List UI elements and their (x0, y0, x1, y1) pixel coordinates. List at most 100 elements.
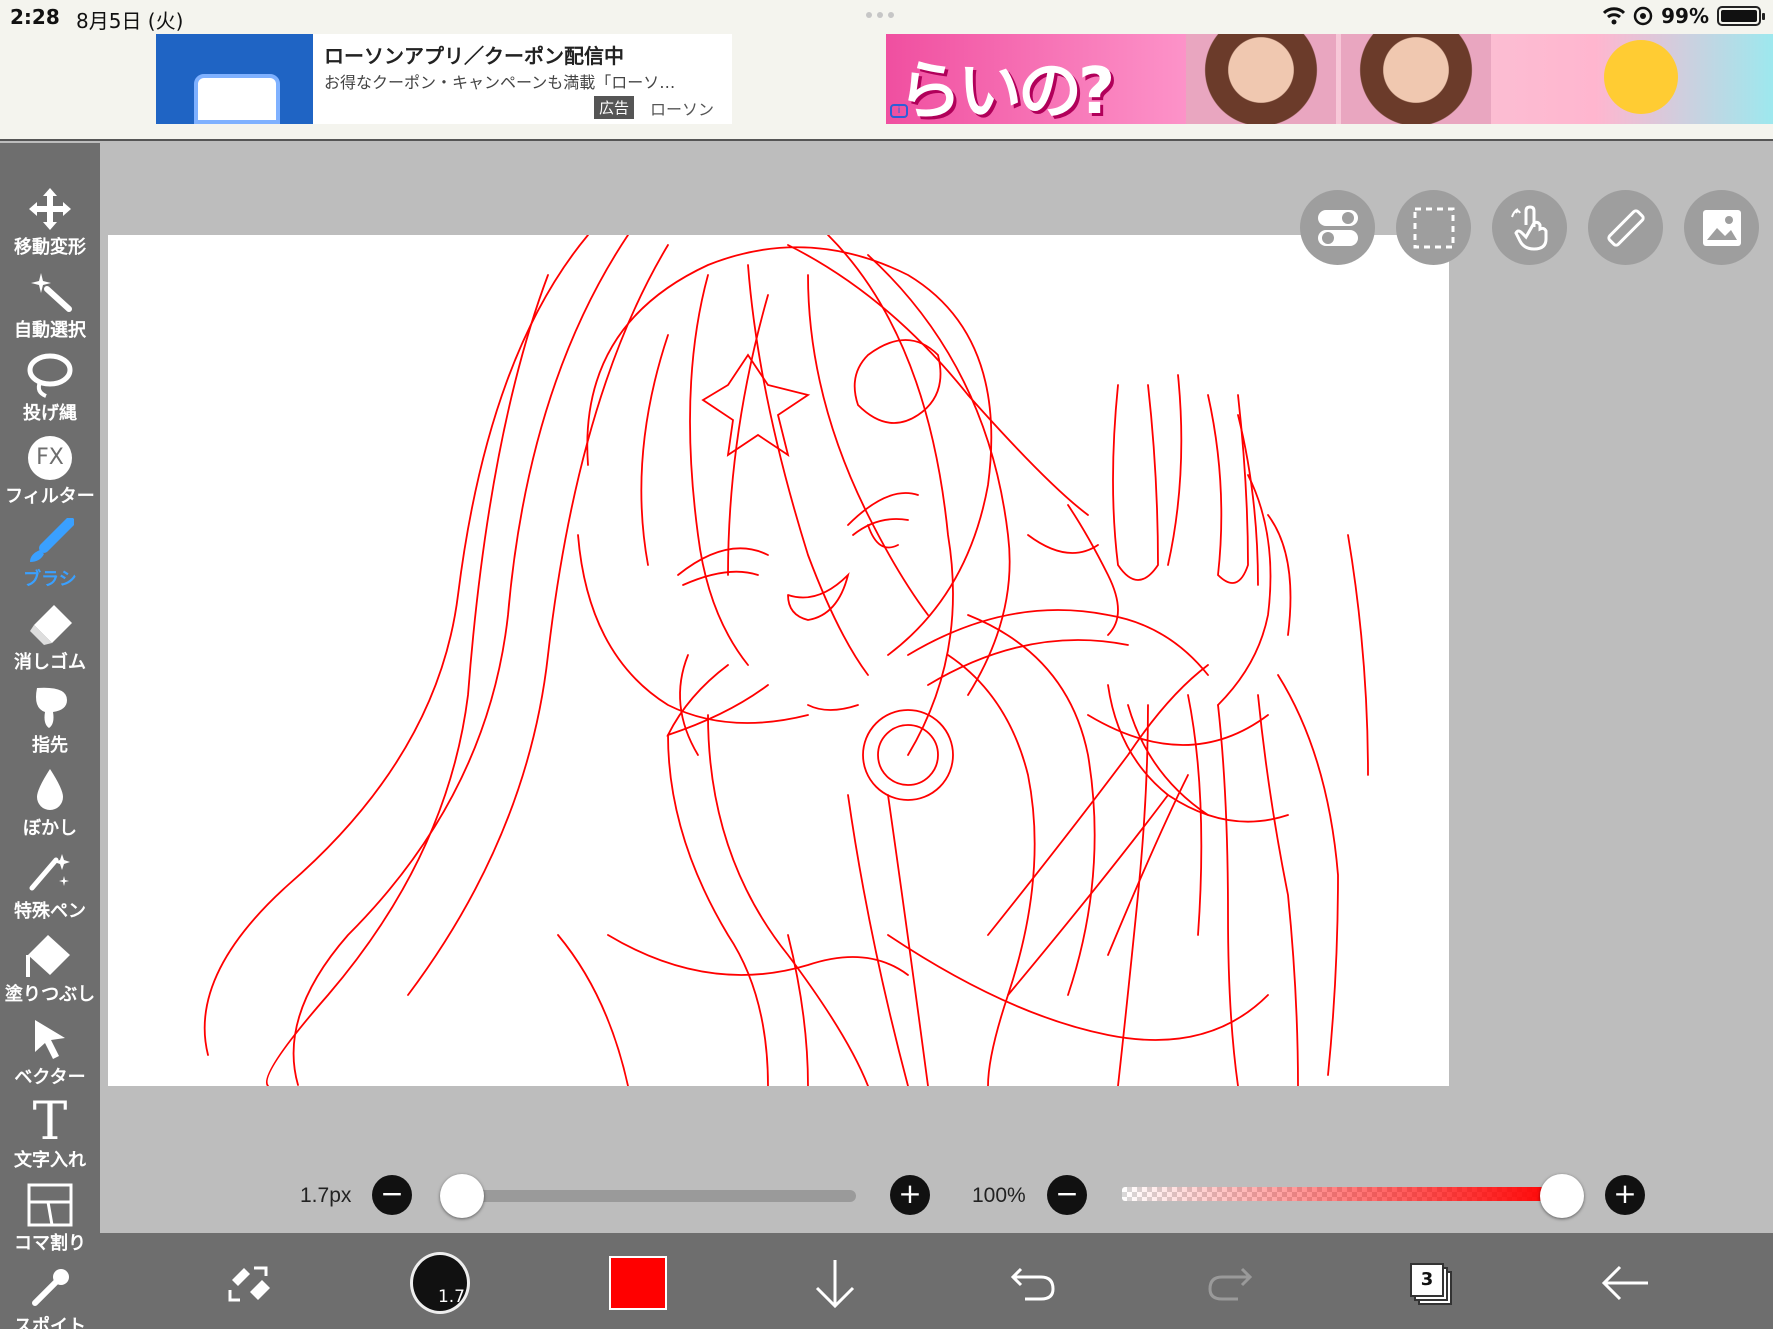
size-minus-button[interactable]: − (372, 1175, 412, 1215)
drawing-canvas[interactable] (108, 235, 1449, 1086)
brush-slider-row: 1.7px − + 100% − + (0, 1170, 1773, 1220)
bottom-toolbar: 1.7 3 (100, 1233, 1773, 1329)
eraser-icon (30, 605, 72, 645)
tool-label: 投げ縄 (23, 403, 77, 424)
ad-thumbnail (156, 34, 313, 124)
move-transform-icon (29, 188, 71, 230)
color-swatch (609, 1256, 667, 1310)
brush-size-button[interactable]: 1.7 (410, 1252, 470, 1314)
tool-brush[interactable]: ブラシ (0, 517, 100, 597)
tool-label: 移動変形 (14, 237, 86, 258)
hand-gesture-button[interactable] (1492, 190, 1567, 265)
ad-info-icon[interactable]: i (890, 104, 908, 118)
download-icon (815, 1260, 855, 1308)
hand-gesture-icon (1510, 204, 1547, 251)
sketch-drawing (203, 235, 1369, 1086)
tool-label: ベクター (14, 1067, 86, 1088)
opacity-minus-button[interactable]: − (1047, 1175, 1087, 1215)
color-button[interactable] (608, 1253, 668, 1313)
tool-finger[interactable]: 指先 (0, 683, 100, 763)
ruler-icon (1606, 208, 1645, 247)
redo-button[interactable] (1200, 1253, 1260, 1313)
battery-percent: 99% (1661, 4, 1709, 28)
tool-blur[interactable]: ぼかし (0, 766, 100, 846)
fx-icon: FX (28, 436, 72, 480)
tool-text[interactable]: T 文字入れ (0, 1092, 100, 1178)
image-icon (1702, 209, 1741, 246)
tool-label: フィルター (5, 486, 95, 507)
tool-label: 消しゴム (14, 652, 86, 673)
at-icon (1633, 6, 1653, 26)
brush-size-knob[interactable] (440, 1174, 484, 1218)
tool-label: コマ割り (14, 1233, 86, 1254)
tool-special-pen[interactable]: 特殊ペン (0, 849, 100, 929)
undo-icon (1010, 1267, 1055, 1301)
lawson-ad[interactable]: ローソンアプリ／クーポン配信中 お得なクーポン・キャンペーンも満載「ローソ… 広… (156, 34, 732, 124)
opacity-knob[interactable] (1540, 1174, 1584, 1218)
image-ad-text: らいの? (898, 55, 1115, 124)
selection-icon (1413, 207, 1454, 248)
blur-drop-icon (37, 769, 63, 810)
tool-vector[interactable]: ベクター (0, 1015, 100, 1095)
redo-icon (1208, 1267, 1253, 1301)
size-plus-button[interactable]: + (890, 1175, 930, 1215)
brush-size-slider[interactable] (462, 1190, 856, 1202)
wifi-icon (1603, 7, 1626, 25)
tool-move-transform[interactable]: 移動変形 (0, 185, 100, 265)
status-time: 2:28 (10, 5, 60, 29)
image-ad[interactable]: らいの? i (886, 34, 1773, 124)
selection-button[interactable] (1396, 190, 1471, 265)
opacity-slider[interactable] (1122, 1187, 1562, 1201)
back-button[interactable] (1595, 1253, 1655, 1313)
back-icon (1601, 1265, 1648, 1301)
ad-title: ローソンアプリ／クーポン配信中 (324, 44, 624, 68)
ruler-button[interactable] (1588, 190, 1663, 265)
ad-photo (1186, 34, 1336, 124)
status-date: 8月5日 (火) (76, 9, 184, 33)
finger-smudge-icon (36, 687, 67, 728)
reference-image-button[interactable] (1684, 190, 1759, 265)
battery-icon (1717, 6, 1765, 26)
special-pen-icon (29, 854, 70, 891)
tool-label: 特殊ペン (14, 901, 86, 922)
swap-tool-button[interactable] (220, 1253, 280, 1313)
tool-lasso[interactable]: 投げ縄 (0, 351, 100, 431)
brush-icon (30, 518, 74, 562)
tool-label: ぼかし (23, 818, 77, 839)
tool-label: 自動選択 (14, 320, 86, 341)
ad-banner-area: ローソンアプリ／クーポン配信中 お得なクーポン・キャンペーンも満載「ローソ… 広… (0, 34, 1773, 141)
opacity-label: 100% (972, 1184, 1026, 1207)
ad-description: お得なクーポン・キャンペーンも満載「ローソ… (324, 73, 676, 92)
ad-badge: 広告 (594, 96, 635, 119)
status-right: 99% (1603, 4, 1765, 28)
tool-filter[interactable]: FX フィルター (0, 434, 100, 514)
toggle-icon (1317, 209, 1358, 246)
brush-size-label: 1.7px (300, 1184, 352, 1207)
opacity-plus-button[interactable]: + (1605, 1175, 1645, 1215)
lasso-icon (27, 353, 73, 398)
tool-eyedropper[interactable]: スポイト (0, 1264, 100, 1329)
undo-button[interactable] (1003, 1253, 1063, 1313)
layer-count: 3 (1420, 1269, 1434, 1290)
vector-cursor-icon (35, 1020, 65, 1059)
multitask-dots[interactable] (866, 12, 894, 18)
layers-button[interactable]: 3 (1400, 1253, 1460, 1313)
tool-sidebar: 移動変形 自動選択 投げ縄 FX フィルター ブラシ 消しゴム 指先 ぼかし 特… (0, 143, 100, 1329)
text-icon: T (32, 1092, 68, 1152)
status-bar: 2:28 8月5日 (火) 99% (0, 0, 1773, 34)
tool-auto-select[interactable]: 自動選択 (0, 268, 100, 348)
tool-label: 指先 (32, 735, 68, 756)
download-button[interactable] (805, 1253, 865, 1313)
tool-eraser[interactable]: 消しゴム (0, 600, 100, 680)
swap-tool-icon (228, 1266, 270, 1302)
tool-label: 文字入れ (14, 1150, 86, 1171)
tool-fill[interactable]: 塗りつぶし (0, 932, 100, 1012)
ad-photo (1341, 34, 1491, 124)
emoji-icon (1604, 40, 1678, 114)
tool-label: スポイト (14, 1316, 86, 1329)
tool-label: ブラシ (23, 569, 77, 590)
magic-wand-icon (31, 273, 72, 312)
toggle-button[interactable] (1300, 190, 1375, 265)
brush-size-icon: 1.7 (410, 1252, 470, 1314)
ad-advertiser: ローソン (650, 100, 715, 119)
